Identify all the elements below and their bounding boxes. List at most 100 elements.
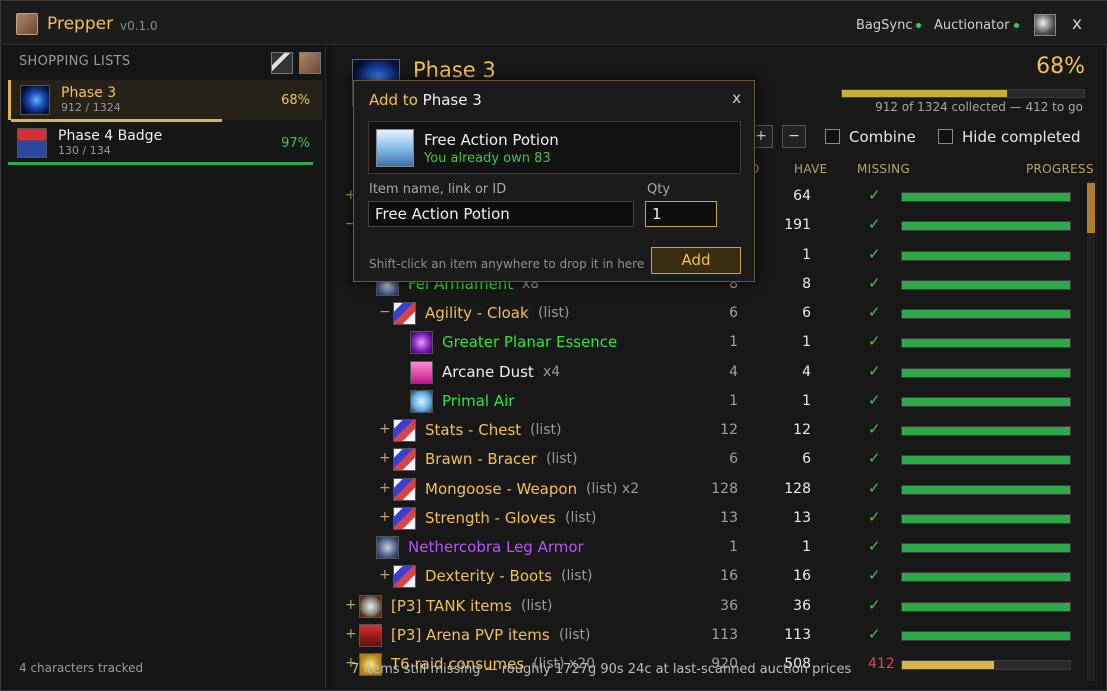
row-name[interactable]: [P3] Arena PVP items [391,626,550,644]
character-avatar-button[interactable] [1034,14,1056,36]
import-list-icon[interactable] [271,52,293,74]
tree-row[interactable]: Primal Air 1 1 ✓ [333,387,1083,416]
new-list-icon[interactable] [299,52,321,74]
addon-name: Auctionator [934,18,1010,33]
item-name-input[interactable] [368,201,634,227]
list-progress-bar [841,89,1085,98]
row-name[interactable]: Primal Air [442,392,514,410]
sidebar-list-phase-3[interactable]: Phase 3 912 / 1324 68% [8,80,322,122]
row-name[interactable]: Mongoose - Weapon [425,480,577,498]
progress-fill [902,397,1070,406]
row-suffix: (list) x2 [586,480,640,497]
row-need: 16 [720,568,738,585]
combine-checkbox[interactable] [825,129,840,144]
check-icon: ✓ [868,537,881,555]
row-name[interactable]: Dexterity - Boots [425,567,552,585]
row-need: 1 [729,539,738,555]
hide-completed-label: Hide completed [962,128,1081,146]
qty-input[interactable] [645,201,717,227]
item-name-label: Item name, link or ID [369,182,507,197]
tree-row[interactable]: + Brawn - Bracer 6 6 ✓ (list) [333,445,1083,474]
row-name[interactable]: Arcane Dust [442,363,534,381]
expand-row-button[interactable]: + [379,567,391,583]
collapse-all-button[interactable]: − [782,125,806,148]
column-progress[interactable]: PROGRESS [1026,162,1094,176]
expand-row-button[interactable]: + [379,421,391,437]
expand-row-button[interactable]: + [345,626,357,642]
row-progress-bar [901,221,1071,232]
column-have[interactable]: HAVE [794,162,827,176]
tree-row[interactable]: Arcane Dust 4 4 ✓ x4 [333,358,1083,387]
row-name[interactable]: Brawn - Bracer [425,450,537,468]
addon-name: BagSync [856,18,913,33]
row-need: 113 [711,626,738,643]
check-icon: ✓ [868,595,881,614]
row-progress-bar [901,455,1071,466]
row-name[interactable]: [P3] TANK items [391,597,512,615]
tree-row[interactable]: + [P3] Arena PVP items 113 113 ✓ (list) [333,621,1083,650]
list-progress-bar [11,119,223,122]
row-suffix: x4 [543,363,561,380]
close-dialog-button[interactable]: x [732,89,741,107]
progress-fill [902,661,995,669]
tree-row[interactable]: + [P3] TANK items 36 36 ✓ (list) [333,592,1083,621]
title-bar: Prepper v0.1.0 BagSync Auctionator x [1,1,1107,45]
leg-armor-icon [376,536,399,559]
row-name[interactable]: Strength - Gloves [425,509,556,527]
collapse-row-button[interactable]: − [379,304,391,320]
addon-status-auctionator[interactable]: Auctionator [934,18,1019,33]
enchant-icon [393,506,416,530]
row-progress-bar [901,192,1071,202]
progress-fill [902,602,1070,611]
check-icon: ✓ [868,449,881,468]
hide-completed-checkbox[interactable] [938,129,953,144]
row-have: 1 [802,246,811,263]
row-progress-bar [901,660,1071,670]
row-name[interactable]: Nethercobra Leg Armor [408,538,584,556]
expand-row-button[interactable]: + [379,480,391,496]
scroll-thumb[interactable] [1087,183,1095,233]
row-progress-bar [901,572,1071,583]
row-progress-bar [901,338,1071,349]
collection-summary: 912 of 1324 collected — 412 to go [875,100,1083,114]
enchant-icon [393,448,416,472]
addon-status-bagsync[interactable]: BagSync [856,18,922,33]
row-suffix: (list) [561,568,593,585]
tree-row[interactable]: Greater Planar Essence 1 1 ✓ [333,328,1083,357]
enchant-icon [393,419,416,442]
sidebar-list-phase-4-badge[interactable]: Phase 4 Badge 130 / 134 97% [8,123,322,165]
column-missing[interactable]: MISSING [857,162,910,176]
tree-row[interactable]: + Stats - Chest 12 12 ✓ (list) [333,416,1083,445]
list-percent: 97% [281,136,310,151]
progress-fill [902,514,1070,523]
add-button[interactable]: Add [651,247,741,274]
tree-row[interactable]: + Dexterity - Boots 16 16 ✓ (list) [333,562,1083,591]
progress-fill [902,222,1070,231]
check-icon: ✓ [868,186,881,204]
expand-row-button[interactable]: + [379,509,391,525]
row-have: 113 [784,626,811,643]
row-name[interactable]: Stats - Chest [425,421,521,439]
row-progress-bar [901,543,1071,553]
list-percent: 68% [1036,54,1085,79]
check-icon: ✓ [868,420,881,438]
row-name[interactable]: Greater Planar Essence [442,333,617,351]
row-have: 64 [793,188,811,204]
air-icon [410,389,433,413]
row-name[interactable]: Agility - Cloak [425,304,529,322]
tree-row[interactable]: Nethercobra Leg Armor 1 1 ✓ [333,533,1083,562]
expand-row-button[interactable]: + [379,450,391,466]
item-name: Free Action Potion [424,131,559,149]
tree-row[interactable]: − Agility - Cloak 6 6 ✓ (list) [333,299,1083,328]
combine-label: Combine [849,128,916,146]
scrollbar[interactable] [1087,181,1095,681]
missing-cost-note: 7 items still missing — roughly 1727g 90… [351,662,852,677]
close-window-button[interactable]: x [1072,14,1082,34]
row-have: 1 [802,392,811,409]
row-have: 6 [802,305,811,321]
expand-row-button[interactable]: + [345,597,357,613]
progress-fill [902,544,1070,552]
progress-fill [902,631,1070,640]
tree-row[interactable]: + Strength - Gloves 13 13 ✓ (list) [333,504,1083,533]
tree-row[interactable]: + Mongoose - Weapon 128 128 ✓ (list) x2 [333,475,1083,504]
